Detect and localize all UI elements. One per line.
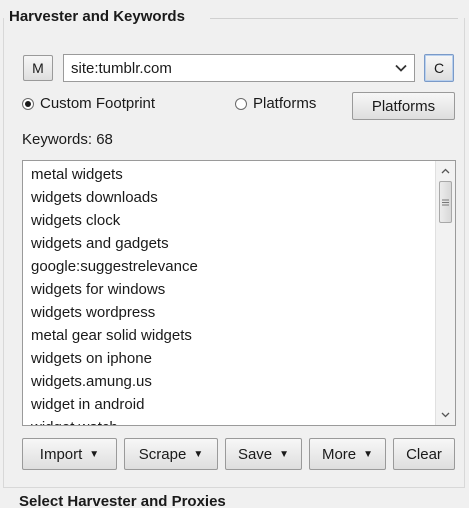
scrollbar-thumb[interactable] <box>439 181 452 223</box>
scroll-up-arrow-icon[interactable] <box>436 162 455 180</box>
scrape-button-label: Scrape <box>138 445 187 463</box>
next-section-title: Select Harvester and Proxies <box>19 493 226 508</box>
list-item[interactable]: widgets downloads <box>23 186 435 209</box>
keywords-list[interactable]: metal widgets widgets downloads widgets … <box>22 160 456 426</box>
m-button[interactable]: M <box>23 55 53 81</box>
list-item[interactable]: widgets on iphone <box>23 347 435 370</box>
caret-down-icon: ▼ <box>193 448 204 460</box>
platforms-radio-label: Platforms <box>253 95 317 112</box>
caret-down-icon: ▼ <box>363 448 374 460</box>
list-item[interactable]: widgets clock <box>23 209 435 232</box>
list-item[interactable]: metal gear solid widgets <box>23 324 435 347</box>
radio-unselected-icon[interactable] <box>235 97 247 110</box>
list-item[interactable]: widget in android <box>23 393 435 416</box>
scroll-down-arrow-icon[interactable] <box>436 406 455 424</box>
scrape-button[interactable]: Scrape ▼ <box>124 438 218 470</box>
import-button[interactable]: Import ▼ <box>22 438 117 470</box>
list-item[interactable]: widgets for windows <box>23 278 435 301</box>
more-button[interactable]: More ▼ <box>309 438 386 470</box>
custom-footprint-label: Custom Footprint <box>40 95 156 112</box>
section-title: Harvester and Keywords <box>9 8 185 25</box>
c-button[interactable]: C <box>424 54 454 82</box>
import-button-label: Import <box>39 445 83 463</box>
footprint-combobox[interactable]: site:tumblr.com <box>63 54 415 82</box>
list-item[interactable]: widget watch <box>23 416 435 425</box>
section-divider <box>210 18 458 19</box>
keywords-list-items: metal widgets widgets downloads widgets … <box>23 163 435 425</box>
platforms-radio[interactable]: Platforms <box>235 95 316 112</box>
save-button[interactable]: Save ▼ <box>225 438 302 470</box>
harvester-panel: Harvester and Keywords M site:tumblr.com… <box>0 0 469 508</box>
caret-down-icon: ▼ <box>89 448 100 460</box>
radio-selected-icon[interactable] <box>22 97 34 110</box>
list-item[interactable]: widgets.amung.us <box>23 370 435 393</box>
custom-footprint-radio[interactable]: Custom Footprint <box>22 95 155 112</box>
platforms-button[interactable]: Platforms <box>352 92 455 120</box>
chevron-down-icon[interactable] <box>388 64 414 72</box>
clear-button[interactable]: Clear <box>393 438 455 470</box>
caret-down-icon: ▼ <box>279 448 290 460</box>
list-item[interactable]: widgets and gadgets <box>23 232 435 255</box>
list-item[interactable]: widgets wordpress <box>23 301 435 324</box>
keywords-scrollbar[interactable] <box>435 161 455 425</box>
list-item[interactable]: google:suggestrelevance <box>23 255 435 278</box>
keywords-count-label: Keywords: 68 <box>22 131 113 148</box>
footprint-combobox-value: site:tumblr.com <box>71 59 172 77</box>
grip-icon <box>442 199 449 205</box>
save-button-label: Save <box>237 445 273 463</box>
more-button-label: More <box>321 445 357 463</box>
list-item[interactable]: metal widgets <box>23 163 435 186</box>
